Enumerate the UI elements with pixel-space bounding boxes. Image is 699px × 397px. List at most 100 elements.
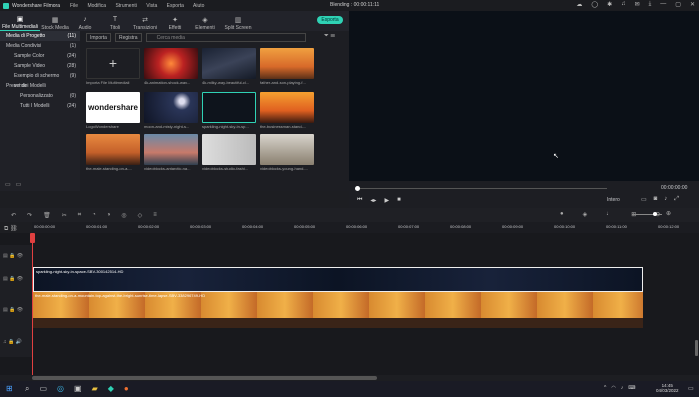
filmora-taskbar-icon[interactable]: ◆: [108, 384, 114, 394]
tab-elementi[interactable]: ◈ Elementi: [190, 16, 220, 31]
menu-vista[interactable]: Vista: [146, 3, 157, 9]
timeline-playhead[interactable]: [32, 233, 33, 375]
zoom-handle[interactable]: [653, 212, 657, 216]
import-media-tile[interactable]: +: [86, 48, 140, 79]
sidebar-item-personalizzato[interactable]: Personalizzato (0): [0, 91, 80, 101]
camera-icon[interactable]: ◙: [654, 196, 658, 203]
maximize-icon[interactable]: ▢: [675, 1, 681, 8]
media-thumb[interactable]: [144, 134, 198, 165]
media-thumb[interactable]: [260, 48, 314, 79]
firefox-icon[interactable]: ●: [124, 384, 129, 394]
tab-file-multimediali[interactable]: ▣ File Multimediali: [0, 15, 40, 31]
play-icon[interactable]: ▶: [384, 197, 389, 204]
sidebar-item-media-progetto[interactable]: Media di Progetto (11): [0, 31, 80, 41]
media-thumb[interactable]: [202, 48, 256, 79]
keyframe-icon[interactable]: ◇: [138, 212, 143, 219]
sidebar-item-sample-video[interactable]: Sample Video (28): [0, 61, 80, 71]
playhead-marker[interactable]: [30, 233, 35, 243]
mic-icon[interactable]: ♩: [606, 211, 612, 218]
menu-modifica[interactable]: Modifica: [87, 3, 106, 9]
menu-file[interactable]: File: [70, 3, 78, 9]
menu-strumenti[interactable]: Strumenti: [115, 3, 136, 9]
stop-icon[interactable]: ■: [397, 197, 401, 204]
video-clip-night-sky[interactable]: sparkling-night-sky-in-space-SBV-3001425…: [33, 267, 643, 292]
tab-stock-media[interactable]: ▦ Stock Media: [40, 16, 70, 31]
timeline-ruler[interactable]: 00:00:00:00 00:00:01:00 00:00:02:00 00:0…: [32, 222, 699, 233]
media-thumb[interactable]: [86, 134, 140, 165]
notification-center-icon[interactable]: ▭: [688, 385, 694, 392]
minimize-icon[interactable]: —: [660, 1, 666, 8]
rewind-icon[interactable]: ◂▸: [370, 197, 376, 204]
media-thumb-selected[interactable]: [202, 92, 256, 123]
close-icon[interactable]: ✕: [690, 1, 695, 8]
tab-titoli[interactable]: T Titoli: [100, 16, 130, 31]
tab-split-screen[interactable]: ▥ Split Screen: [220, 16, 256, 31]
crop-icon[interactable]: ⌗: [78, 212, 81, 219]
filter-icon[interactable]: ⏷ ☰: [324, 33, 335, 40]
zoom-slider[interactable]: [632, 214, 662, 215]
new-folder-icon[interactable]: ▭ ▭: [5, 181, 21, 188]
delete-icon[interactable]: 🗑: [43, 212, 51, 219]
speed-icon[interactable]: ◔: [92, 212, 96, 218]
stabilize-icon[interactable]: ◎: [121, 212, 126, 219]
add-track-icon[interactable]: ⧉ ⛓: [4, 225, 18, 233]
sidebar-item-tutti-modelli[interactable]: Tutti I Modelli (24): [0, 101, 80, 111]
sidebar-item-sample-color[interactable]: Sample Color (24): [0, 51, 80, 61]
media-thumb[interactable]: [260, 134, 314, 165]
redo-icon[interactable]: ↷: [27, 212, 32, 219]
sidebar-item-media-condivisi[interactable]: Media Condivisi (1): [0, 41, 80, 51]
render-icon[interactable]: ●: [560, 211, 564, 218]
playhead-handle[interactable]: [355, 186, 360, 191]
media-thumb[interactable]: [144, 92, 198, 123]
media-thumb[interactable]: [260, 92, 314, 123]
record-dropdown[interactable]: Registra: [114, 33, 142, 42]
speaker-icon[interactable]: ♪: [621, 385, 624, 391]
menu-esporta[interactable]: Esporta: [167, 3, 184, 9]
timeline-tracks[interactable]: ▤ 🔒 👁 ▤ 🔒 👁 ▤ 🔒 👁 ♫ 🔒 🔊 sparkling-night-…: [0, 233, 699, 375]
ruler-tick: 00:00:01:00: [86, 224, 108, 229]
undo-icon[interactable]: ↶: [11, 212, 16, 219]
keyboard-icon[interactable]: ⌨: [628, 385, 635, 391]
task-view-icon[interactable]: ▭: [39, 384, 47, 394]
windows-start-icon[interactable]: ⊞: [6, 384, 13, 393]
search-input[interactable]: Cerca media: [145, 33, 306, 42]
progress-track[interactable]: [357, 188, 607, 189]
media-thumb-logo[interactable]: wondershare: [86, 92, 140, 123]
download-icon[interactable]: ⤓: [649, 1, 652, 8]
media-thumb[interactable]: [202, 134, 256, 165]
color-icon[interactable]: ◑: [107, 212, 111, 218]
media-thumb[interactable]: [144, 48, 198, 79]
bulb-icon[interactable]: ✱: [607, 1, 612, 8]
sidebar-item-schermo-verde[interactable]: Esempio di schermo verde (9): [0, 71, 80, 89]
account-icon[interactable]: ◯: [591, 1, 598, 8]
menu-aiuto[interactable]: Aiuto: [193, 3, 204, 9]
sidebar-item-preset-modelli[interactable]: Preset dei Modelli: [0, 81, 80, 91]
export-button[interactable]: Esporta: [317, 16, 343, 24]
shield-icon[interactable]: ◈: [583, 211, 588, 218]
edge-icon[interactable]: ◎: [57, 384, 64, 394]
fullscreen-icon[interactable]: ⤢: [674, 196, 679, 203]
monitor-icon[interactable]: ▭: [641, 196, 647, 203]
import-dropdown[interactable]: Importa: [86, 33, 111, 42]
audio-mixer-icon[interactable]: ≡: [153, 212, 157, 218]
network-icon[interactable]: ◠: [611, 385, 615, 391]
explorer-icon[interactable]: ▰: [92, 384, 98, 394]
prev-frame-icon[interactable]: ⏮: [357, 197, 362, 204]
tab-effetti[interactable]: ✦ Effetti: [160, 16, 190, 31]
tab-audio[interactable]: ♪ Audio: [70, 16, 100, 31]
quality-select[interactable]: Intero: [607, 197, 620, 203]
store-icon[interactable]: ▣: [74, 384, 82, 394]
vertical-scrollbar[interactable]: [695, 340, 698, 356]
cloud-icon[interactable]: ☁: [576, 1, 582, 8]
tab-transizioni[interactable]: ⇄ Transizioni: [130, 16, 160, 31]
volume-icon[interactable]: ♪: [664, 196, 667, 203]
preview-player[interactable]: ↖: [349, 11, 699, 181]
zoom-in-icon[interactable]: ⊕: [666, 210, 671, 217]
video-clip-sunrise[interactable]: the-male-standing-on-a-mountain-top-agai…: [33, 292, 643, 328]
search-icon[interactable]: ⌕: [25, 384, 29, 394]
notification-icon[interactable]: ✉: [635, 1, 640, 8]
horizontal-scrollbar[interactable]: [32, 376, 377, 380]
chevron-up-icon[interactable]: ^: [604, 385, 606, 391]
headset-icon[interactable]: ♫: [621, 1, 626, 8]
cut-icon[interactable]: ✂: [62, 212, 67, 219]
